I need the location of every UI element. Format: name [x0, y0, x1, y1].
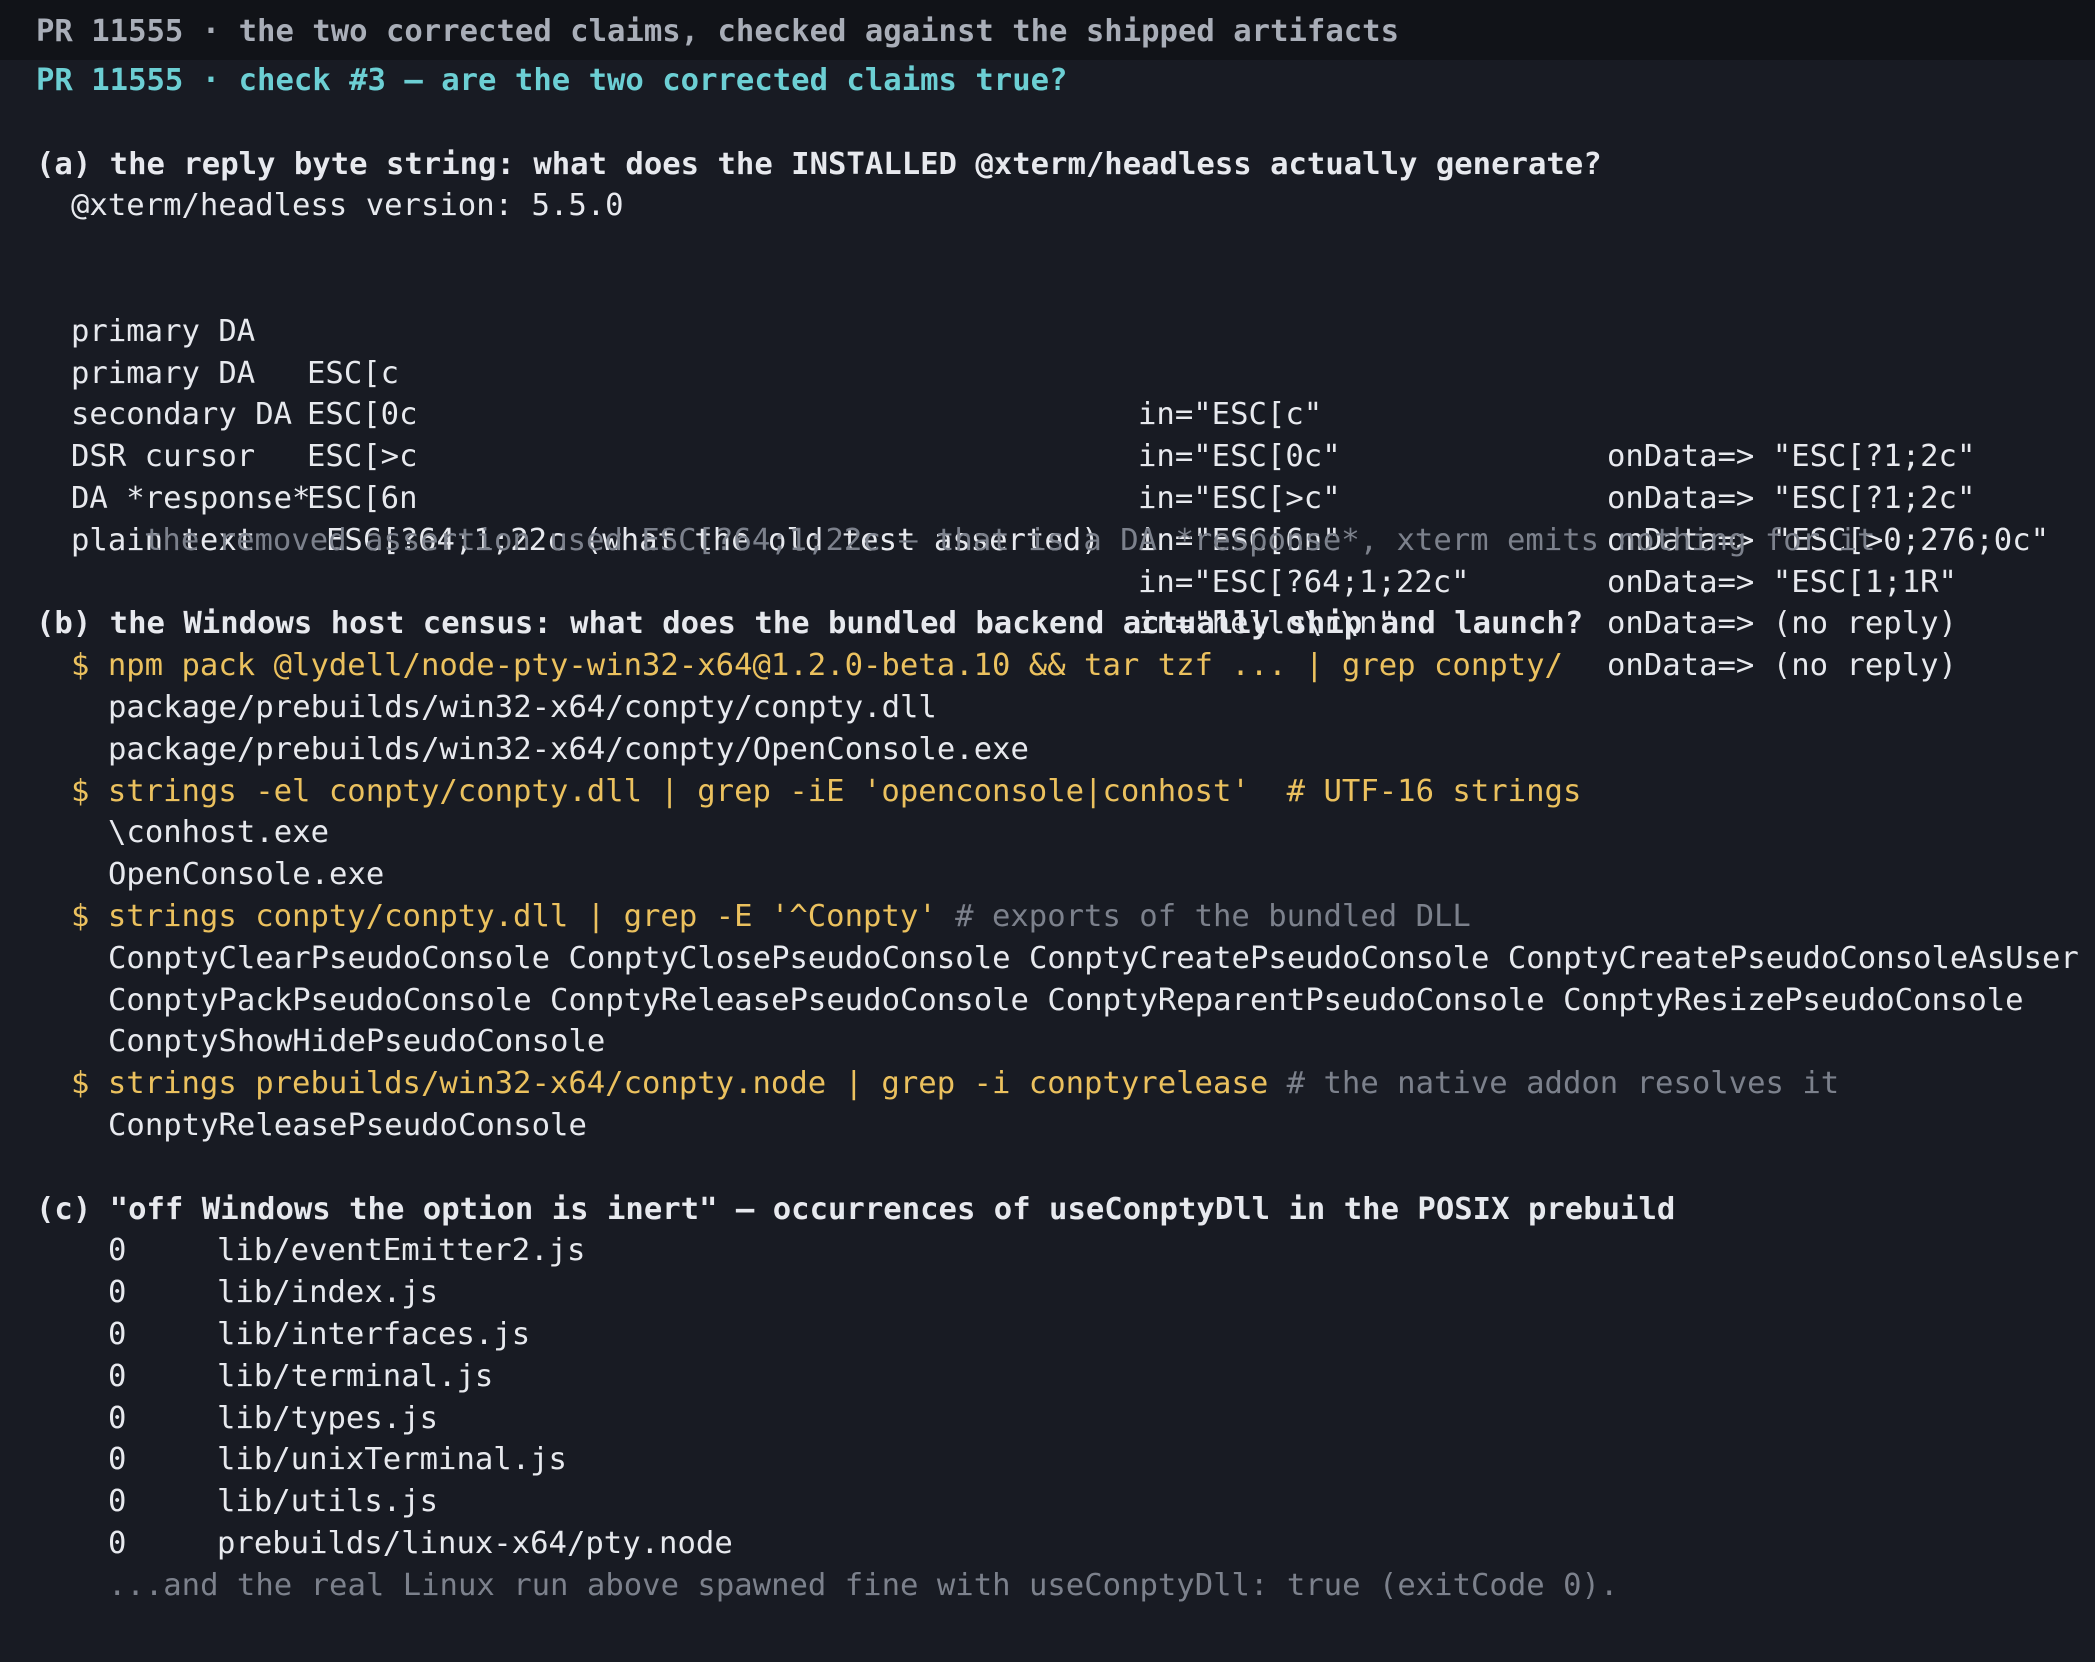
occurrence-row: 0 lib/utils.js [36, 1481, 2059, 1523]
probe-row: DSR cursor ESC[6n in="ESC[6n" onData=> "… [36, 394, 2059, 599]
command-output: package/prebuilds/win32-x64/conpty/conpt… [108, 689, 937, 725]
command-output: ConptyPackPseudoConsole ConptyReleasePse… [108, 982, 2024, 1018]
occurrence-row: 0 lib/interfaces.js [36, 1314, 2059, 1356]
occurrence-count: 0 [108, 1316, 127, 1352]
occurrence-row: 0 lib/eventEmitter2.js [36, 1230, 2059, 1272]
command-output: ConptyClearPseudoConsole ConptyClosePseu… [108, 940, 2079, 976]
probe-row: DA *response* ESC[?64;1;22c (what the ol… [36, 436, 2059, 641]
section-c-footer: ...and the real Linux run above spawned … [108, 1567, 1619, 1603]
command-output: ConptyReleasePseudoConsole [108, 1107, 587, 1143]
command-text: $ strings prebuilds/win32-x64/conpty.nod… [71, 1066, 1269, 1102]
section-c-heading: (c) "off Windows the option is inert" — … [36, 1191, 1676, 1227]
command-comment: # exports of the bundled DLL [936, 898, 1471, 934]
file-path: lib/eventEmitter2.js [217, 1233, 586, 1269]
version-line: @xterm/headless version: 5.5.0 [71, 188, 624, 224]
command-text: $ strings conpty/conpty.dll | grep -E '^… [71, 898, 937, 934]
section-a-note: the removed assertion used ESC[?64;1;22c… [144, 522, 1876, 558]
occurrence-count: 0 [108, 1233, 127, 1269]
command-output: ConptyShowHidePseudoConsole [108, 1024, 606, 1060]
probe-input: in="ESC[?64;1;22c" [1138, 564, 1470, 600]
probe-row: plain text in="hello\r\n" onData=> (no r… [36, 478, 2059, 683]
probe-row: secondary DA ESC[>c in="ESC[>c" onData=>… [36, 353, 2059, 557]
occurrence-row: 0 lib/unixTerminal.js [36, 1439, 2059, 1481]
command-output: package/prebuilds/win32-x64/conpty/OpenC… [108, 731, 1029, 767]
occurrence-count: 0 [108, 1442, 127, 1478]
file-path: lib/index.js [217, 1275, 439, 1311]
occurrence-row: 0 lib/terminal.js [36, 1356, 2059, 1398]
command-output: \conhost.exe [108, 815, 330, 851]
probe-output: onData=> "ESC[1;1R" [1607, 564, 1957, 600]
probe-row: primary DA ESC[c in="ESC[c" onData=> "ES… [36, 269, 2059, 474]
shell-command: $ strings -el conpty/conpty.dll | grep -… [36, 771, 2059, 813]
occurrence-row: 0 prebuilds/linux-x64/pty.node [36, 1523, 2059, 1565]
section-a-heading: (a) the reply byte string: what does the… [36, 146, 1602, 182]
file-path: lib/utils.js [217, 1484, 439, 1520]
terminal-output[interactable]: PR 11555 · check #3 — are the two correc… [0, 60, 2095, 1606]
file-path: lib/interfaces.js [217, 1316, 531, 1352]
occurrence-row: 0 lib/index.js [36, 1272, 2059, 1314]
command-comment: # the native addon resolves it [1268, 1066, 1840, 1102]
file-path: prebuilds/linux-x64/pty.node [217, 1525, 733, 1561]
command-text: $ strings -el conpty/conpty.dll | grep -… [71, 773, 1582, 809]
shell-command: $ npm pack @lydell/node-pty-win32-x64@1.… [36, 645, 2059, 687]
occurrence-count: 0 [108, 1400, 127, 1436]
file-path: lib/terminal.js [217, 1358, 494, 1394]
shell-command: $ strings prebuilds/win32-x64/conpty.nod… [36, 1063, 2059, 1105]
shell-command: $ strings conpty/conpty.dll | grep -E '^… [36, 896, 2059, 938]
probe-row: primary DA ESC[0c in="ESC[0c" onData=> "… [36, 311, 2059, 516]
occurrence-count: 0 [108, 1275, 127, 1311]
file-path: lib/unixTerminal.js [217, 1442, 567, 1478]
section-b-heading: (b) the Windows host census: what does t… [36, 606, 1584, 642]
check-header: PR 11555 · check #3 — are the two correc… [36, 63, 1068, 98]
file-path: lib/types.js [217, 1400, 439, 1436]
occurrence-count: 0 [108, 1484, 127, 1520]
command-text: $ npm pack @lydell/node-pty-win32-x64@1.… [71, 648, 1563, 684]
window-title: PR 11555 · the two corrected claims, che… [0, 0, 2095, 60]
occurrence-count: 0 [108, 1358, 127, 1394]
command-output: OpenConsole.exe [108, 857, 385, 893]
occurrence-count: 0 [108, 1525, 127, 1561]
occurrence-row: 0 lib/types.js [36, 1398, 2059, 1440]
